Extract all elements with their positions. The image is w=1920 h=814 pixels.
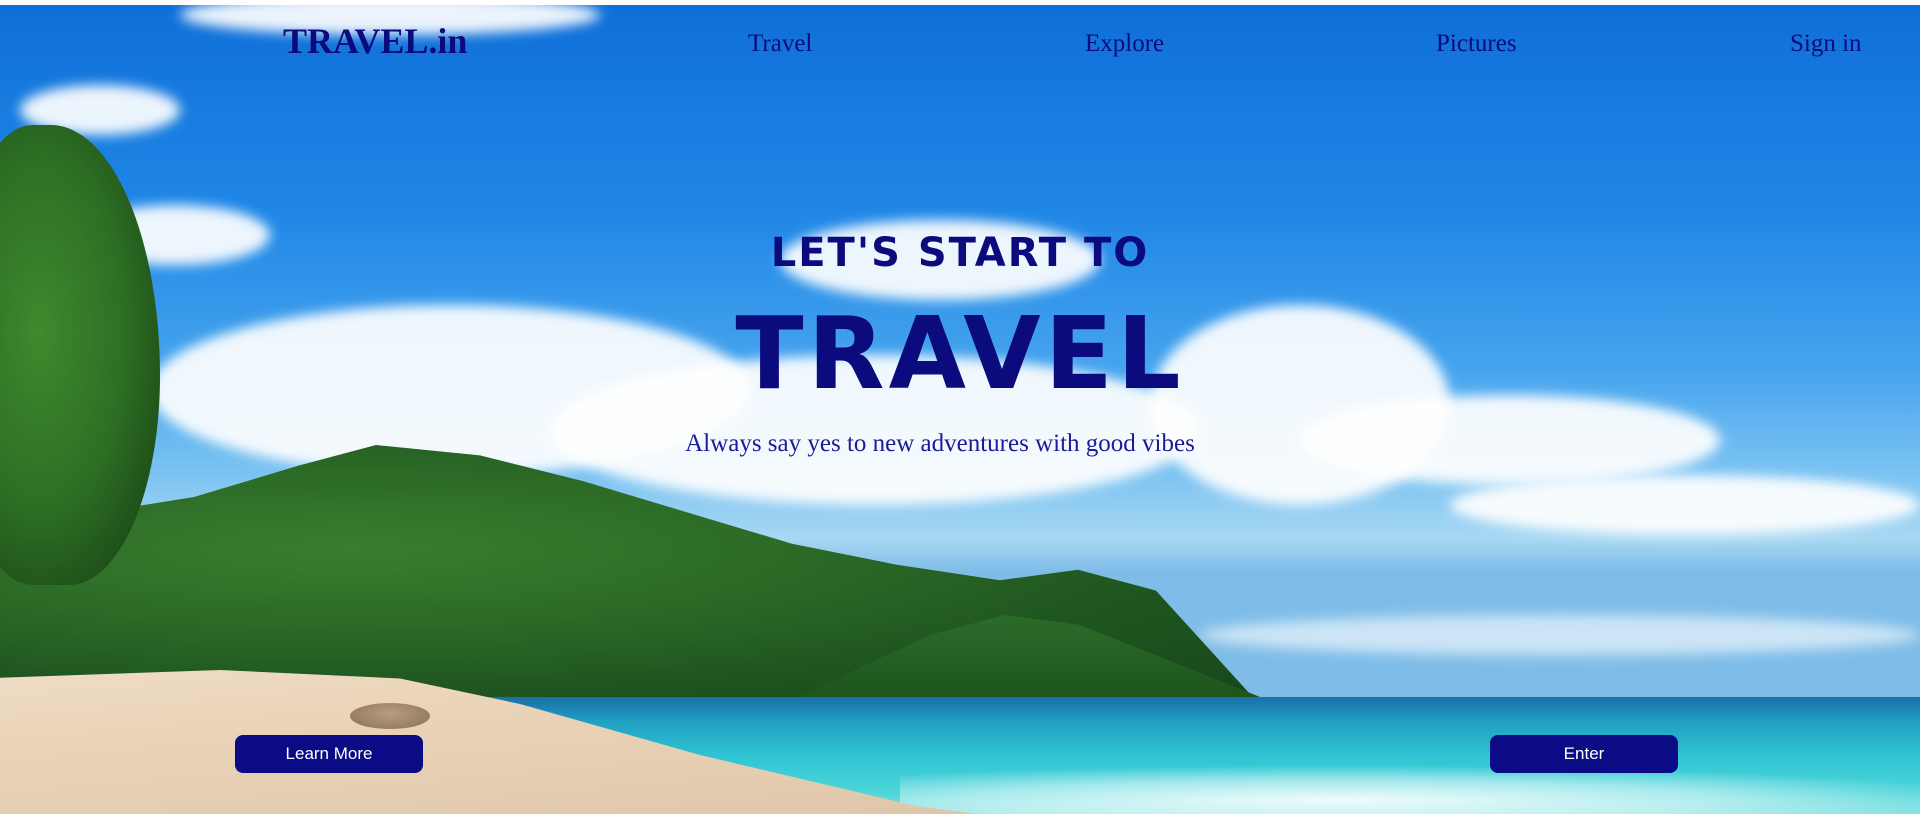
site-logo[interactable]: TRAVEL.in — [283, 20, 467, 62]
enter-button[interactable]: Enter — [1490, 735, 1678, 773]
hero-subtitle: Always say yes to new adventures with go… — [685, 430, 1195, 457]
learn-more-button[interactable]: Learn More — [235, 735, 423, 773]
wave-foam — [900, 765, 1920, 814]
nav-link-travel[interactable]: Travel — [748, 30, 812, 58]
hero-pretitle: LET'S START TO — [770, 230, 1150, 276]
cloud — [1450, 475, 1920, 535]
nav-link-sign-in[interactable]: Sign in — [1790, 30, 1862, 58]
nav-link-pictures[interactable]: Pictures — [1436, 30, 1517, 58]
beach-rock — [350, 703, 430, 729]
nav-link-explore[interactable]: Explore — [1085, 30, 1164, 58]
hero-title: TRAVEL — [735, 295, 1185, 412]
cloud — [1200, 615, 1920, 655]
